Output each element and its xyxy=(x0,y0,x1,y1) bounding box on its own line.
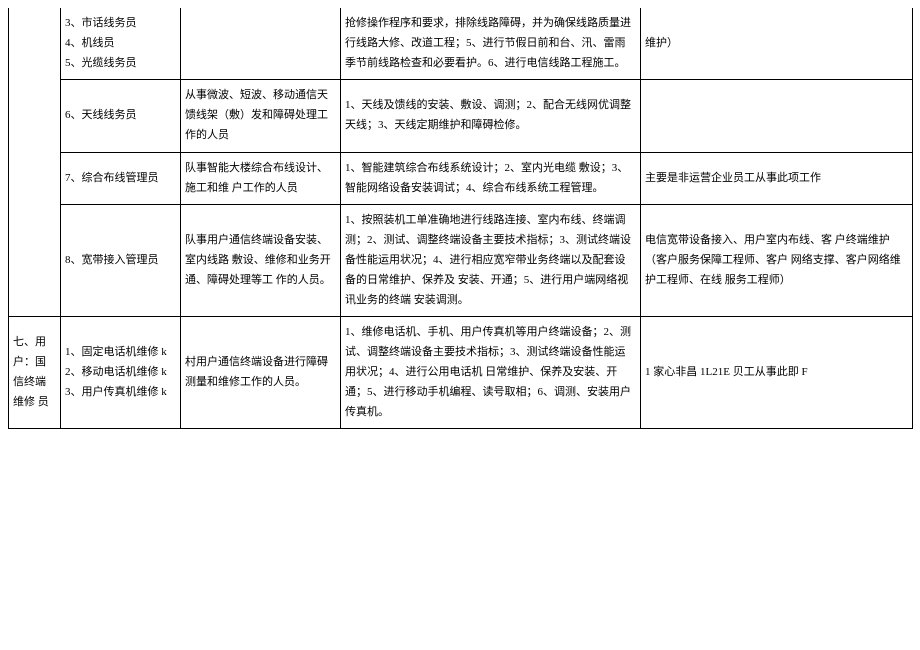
cell-category: 七、用户：国信终端维修 员 xyxy=(9,317,61,429)
cell-jobname: 7、综合布线管理员 xyxy=(61,152,181,205)
table-row: 3、市话线务员 4、机线员 5、光缆线务员 抢修操作程序和要求，排除线路障碍，并… xyxy=(9,8,913,80)
cell-jobname: 3、市话线务员 4、机线员 5、光缆线务员 xyxy=(61,8,181,80)
table-row: 6、天线线务员 从事微波、短波、移动通信天馈线架（敷）发和障碍处理工作的人员 1… xyxy=(9,80,913,152)
cell-category xyxy=(9,8,61,80)
cell-remark xyxy=(641,80,913,152)
table-row: 7、综合布线管理员 队事智能大楼综合布线设计、施工和维 户工作的人员 1、智能建… xyxy=(9,152,913,205)
cell-desc: 队事智能大楼综合布线设计、施工和维 户工作的人员 xyxy=(181,152,341,205)
cell-remark: 电信宽带设备接入、用户室内布线、客 户终端维护（客户服务保障工程师、客户 网络支… xyxy=(641,205,913,317)
cell-desc: 队事用户通信终端设备安装、室内线路 敷设、维修和业务开通、障碍处理等工 作的人员… xyxy=(181,205,341,317)
cell-duties: 1、维修电话机、手机、用户传真机等用户终端设备；2、测试、调整终端设备主要技术指… xyxy=(341,317,641,429)
cell-remark: 维护） xyxy=(641,8,913,80)
cell-desc xyxy=(181,8,341,80)
cell-duties: 1、智能建筑综合布线系统设计；2、室内光电缆 敷设；3、智能网络设备安装调试；4… xyxy=(341,152,641,205)
spec-table: 3、市话线务员 4、机线员 5、光缆线务员 抢修操作程序和要求，排除线路障碍，并… xyxy=(8,8,913,429)
cell-category xyxy=(9,80,61,152)
cell-remark: 主要是非运营企业员工从事此项工作 xyxy=(641,152,913,205)
cell-remark: 1 家心非昌 1L21E 贝工从事此即 F xyxy=(641,317,913,429)
cell-desc: 从事微波、短波、移动通信天馈线架（敷）发和障碍处理工作的人员 xyxy=(181,80,341,152)
cell-duties: 抢修操作程序和要求，排除线路障碍，并为确保线路质量进行线路大修、改道工程；5、进… xyxy=(341,8,641,80)
table-row: 8、宽带接入管理员 队事用户通信终端设备安装、室内线路 敷设、维修和业务开通、障… xyxy=(9,205,913,317)
cell-jobname: 8、宽带接入管理员 xyxy=(61,205,181,317)
cell-category xyxy=(9,152,61,205)
cell-jobname: 1、固定电话机维修 k 2、移动电话机维修 k 3、用户传真机维修 k xyxy=(61,317,181,429)
cell-desc: 村用户通信终端设备进行障碍测量和维修工作的人员。 xyxy=(181,317,341,429)
cell-jobname: 6、天线线务员 xyxy=(61,80,181,152)
cell-category xyxy=(9,205,61,317)
cell-duties: 1、天线及馈线的安装、敷设、调测；2、配合无线网优调整天线；3、天线定期维护和障… xyxy=(341,80,641,152)
cell-duties: 1、按照装机工单准确地进行线路连接、室内布线、终端调测；2、测试、调整终端设备主… xyxy=(341,205,641,317)
table-row: 七、用户：国信终端维修 员 1、固定电话机维修 k 2、移动电话机维修 k 3、… xyxy=(9,317,913,429)
